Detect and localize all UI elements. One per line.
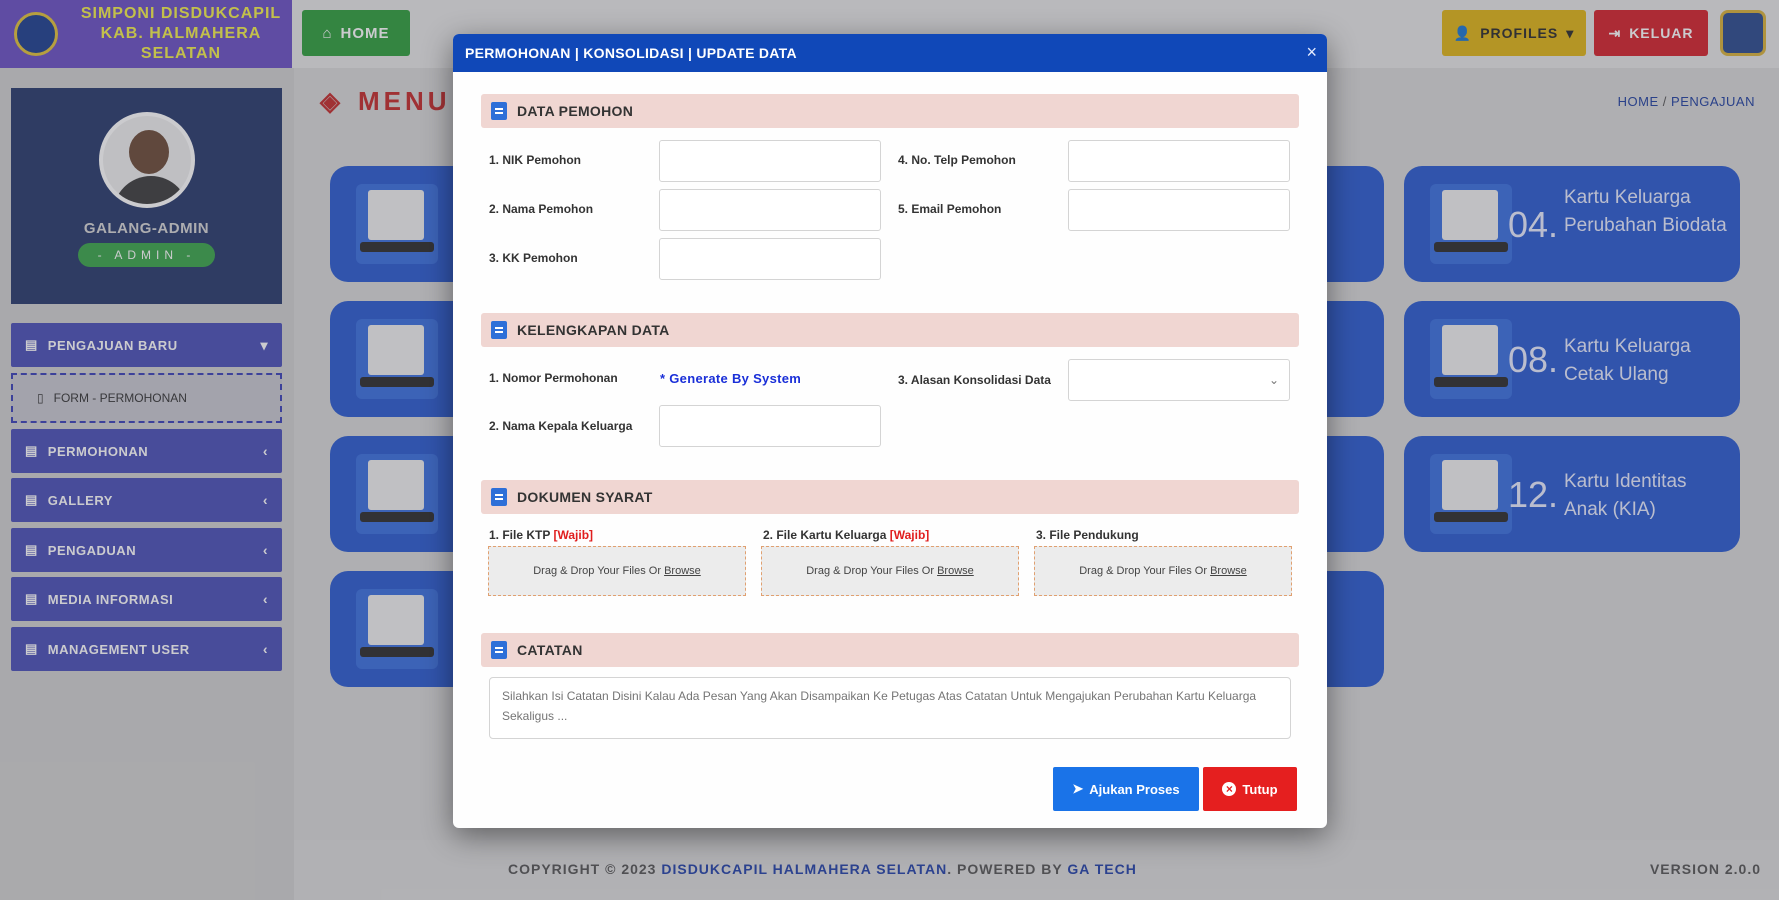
kk-dropzone[interactable]: Drag & Drop Your Files Or Browse <box>761 546 1019 596</box>
section-label: KELENGKAPAN DATA <box>517 322 670 338</box>
email-input[interactable] <box>1068 189 1290 231</box>
section-label: CATATAN <box>517 642 583 658</box>
tutup-button[interactable]: × Tutup <box>1203 767 1297 811</box>
kepala-label: 2. Nama Kepala Keluarga <box>489 419 633 433</box>
modal-header: PERMOHONAN | KONSOLIDASI | UPDATE DATA <box>453 34 1327 72</box>
paper-plane-icon: ➤ <box>1072 781 1084 796</box>
kk-label: 3. KK Pemohon <box>489 251 578 265</box>
document-icon <box>491 488 507 506</box>
section-kelengkapan-data: KELENGKAPAN DATA <box>481 313 1299 347</box>
generate-by-system: * Generate By System <box>660 371 802 386</box>
browse-link[interactable]: Browse <box>937 565 974 577</box>
browse-link[interactable]: Browse <box>1210 565 1247 577</box>
document-icon <box>491 321 507 339</box>
section-label: DOKUMEN SYARAT <box>517 489 653 505</box>
catatan-textarea[interactable] <box>489 677 1291 739</box>
section-dokumen-syarat: DOKUMEN SYARAT <box>481 480 1299 514</box>
ktp-dropzone[interactable]: Drag & Drop Your Files Or Browse <box>488 546 746 596</box>
ajukan-proses-button[interactable]: ➤ Ajukan Proses <box>1053 767 1199 811</box>
chevron-down-icon: ⌄ <box>1268 373 1279 387</box>
file-ktp-label: 1. File KTP [Wajib] <box>489 528 593 542</box>
kepala-keluarga-input[interactable] <box>659 405 881 447</box>
times-circle-icon: × <box>1222 782 1237 796</box>
email-label: 5. Email Pemohon <box>898 202 1002 216</box>
nama-input[interactable] <box>659 189 881 231</box>
section-catatan: CATATAN <box>481 633 1299 667</box>
alasan-label: 3. Alasan Konsolidasi Data <box>898 373 1051 387</box>
modal-title: PERMOHONAN | KONSOLIDASI | UPDATE DATA <box>465 45 797 61</box>
dropzone-text: Drag & Drop Your Files Or <box>806 565 935 577</box>
section-label: DATA PEMOHON <box>517 103 634 119</box>
file-pendukung-label: 3. File Pendukung <box>1036 528 1139 542</box>
kk-input[interactable] <box>659 238 881 280</box>
nama-label: 2. Nama Pemohon <box>489 202 594 216</box>
file-kk-text: 2. File Kartu Keluarga <box>763 528 887 542</box>
nik-label: 1. NIK Pemohon <box>489 153 582 167</box>
telp-input[interactable] <box>1068 140 1290 182</box>
nomor-label: 1. Nomor Permohonan <box>489 371 618 385</box>
pendukung-dropzone[interactable]: Drag & Drop Your Files Or Browse <box>1034 546 1292 596</box>
document-icon <box>491 641 507 659</box>
telp-label: 4. No. Telp Pemohon <box>898 153 1016 167</box>
close-icon[interactable]: × <box>1306 43 1317 61</box>
document-icon <box>491 102 507 120</box>
submit-label: Ajukan Proses <box>1089 781 1180 797</box>
dropzone-text: Drag & Drop Your Files Or <box>533 565 662 577</box>
required-badge: [Wajib] <box>553 528 594 542</box>
file-ktp-text: 1. File KTP <box>489 528 551 542</box>
alasan-select[interactable]: ⌄ <box>1068 359 1290 401</box>
file-kk-label: 2. File Kartu Keluarga [Wajib] <box>763 528 929 542</box>
permohonan-modal: PERMOHONAN | KONSOLIDASI | UPDATE DATA ×… <box>453 34 1327 828</box>
dropzone-text: Drag & Drop Your Files Or <box>1079 565 1208 577</box>
browse-link[interactable]: Browse <box>664 565 701 577</box>
nik-input[interactable] <box>659 140 881 182</box>
section-data-pemohon: DATA PEMOHON <box>481 94 1299 128</box>
required-badge: [Wajib] <box>889 528 930 542</box>
tutup-label: Tutup <box>1242 781 1278 797</box>
